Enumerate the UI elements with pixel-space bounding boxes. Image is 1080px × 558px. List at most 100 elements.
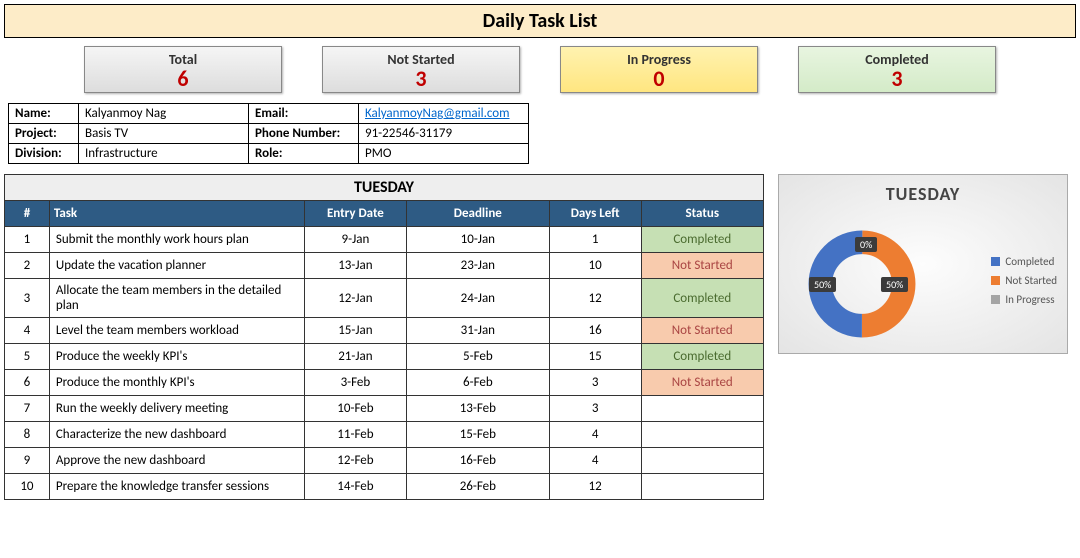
cell-num: 8 <box>5 422 50 448</box>
cell-num: 7 <box>5 396 50 422</box>
project-label: Project: <box>9 124 79 144</box>
page-title: Daily Task List <box>4 4 1076 38</box>
table-row: 1Submit the monthly work hours plan9-Jan… <box>5 227 764 253</box>
cell-status[interactable]: Not Started <box>641 318 763 344</box>
cell-deadline: 10-Jan <box>406 227 549 253</box>
legend-inprogress: In Progress <box>1005 293 1054 306</box>
phone-label: Phone Number: <box>249 124 359 144</box>
cell-status[interactable] <box>641 422 763 448</box>
email-label: Email: <box>249 104 359 124</box>
cell-days: 10 <box>549 253 641 279</box>
col-entry: Entry Date <box>304 201 406 227</box>
cell-deadline: 5-Feb <box>406 344 549 370</box>
cell-entry: 11-Feb <box>304 422 406 448</box>
slice-label-completed: 50% <box>881 277 908 292</box>
summary-cards: Total6 Not Started3 In Progress0 Completed3 <box>4 38 1076 103</box>
cell-task: Update the vacation planner <box>49 253 304 279</box>
summary-card-not-started: Not Started3 <box>322 46 520 93</box>
summary-card-total: Total6 <box>84 46 282 93</box>
task-table: # Task Entry Date Deadline Days Left Sta… <box>4 200 764 500</box>
cell-status[interactable]: Completed <box>641 279 763 318</box>
chart-legend: Completed Not Started In Progress <box>991 255 1057 312</box>
col-task: Task <box>49 201 304 227</box>
cell-deadline: 26-Feb <box>406 474 549 500</box>
summary-card-completed: Completed3 <box>798 46 996 93</box>
cell-num: 6 <box>5 370 50 396</box>
cell-status[interactable] <box>641 474 763 500</box>
cell-deadline: 13-Feb <box>406 396 549 422</box>
cell-task: Produce the monthly KPI's <box>49 370 304 396</box>
cell-num: 5 <box>5 344 50 370</box>
cell-deadline: 31-Jan <box>406 318 549 344</box>
chart-title: TUESDAY <box>787 183 1059 205</box>
name-label: Name: <box>9 104 79 124</box>
cell-status[interactable]: Completed <box>641 227 763 253</box>
summary-value: 0 <box>561 68 757 90</box>
cell-status[interactable]: Completed <box>641 344 763 370</box>
swatch-completed-icon <box>991 257 1000 266</box>
cell-deadline: 6-Feb <box>406 370 549 396</box>
col-status: Status <box>641 201 763 227</box>
cell-num: 3 <box>5 279 50 318</box>
cell-days: 3 <box>549 396 641 422</box>
swatch-notstarted-icon <box>991 276 1000 285</box>
col-days: Days Left <box>549 201 641 227</box>
cell-task: Level the team members workload <box>49 318 304 344</box>
summary-card-in-progress: In Progress0 <box>560 46 758 93</box>
table-row: 9Approve the new dashboard12-Feb16-Feb4 <box>5 448 764 474</box>
division-value: Infrastructure <box>79 144 249 164</box>
summary-value: 6 <box>85 68 281 90</box>
col-num: # <box>5 201 50 227</box>
cell-days: 3 <box>549 370 641 396</box>
cell-entry: 3-Feb <box>304 370 406 396</box>
cell-deadline: 24-Jan <box>406 279 549 318</box>
project-value: Basis TV <box>79 124 249 144</box>
table-row: 2Update the vacation planner13-Jan23-Jan… <box>5 253 764 279</box>
legend-notstarted: Not Started <box>1005 274 1057 287</box>
cell-task: Produce the weekly KPI's <box>49 344 304 370</box>
chart-panel: TUESDAY 50% 50% 0% Completed Not Started… <box>778 174 1068 354</box>
cell-days: 15 <box>549 344 641 370</box>
cell-num: 4 <box>5 318 50 344</box>
cell-status[interactable] <box>641 396 763 422</box>
cell-status[interactable]: Not Started <box>641 370 763 396</box>
name-value: Kalyanmoy Nag <box>79 104 249 124</box>
cell-entry: 10-Feb <box>304 396 406 422</box>
cell-num: 2 <box>5 253 50 279</box>
cell-task: Allocate the team members in the detaile… <box>49 279 304 318</box>
cell-status[interactable] <box>641 448 763 474</box>
cell-task: Characterize the new dashboard <box>49 422 304 448</box>
cell-entry: 14-Feb <box>304 474 406 500</box>
cell-days: 12 <box>549 279 641 318</box>
cell-days: 16 <box>549 318 641 344</box>
table-row: 4Level the team members workload15-Jan31… <box>5 318 764 344</box>
cell-task: Prepare the knowledge transfer sessions <box>49 474 304 500</box>
cell-deadline: 15-Feb <box>406 422 549 448</box>
cell-num: 10 <box>5 474 50 500</box>
cell-num: 9 <box>5 448 50 474</box>
day-banner: TUESDAY <box>4 174 764 200</box>
role-label: Role: <box>249 144 359 164</box>
cell-task: Run the weekly delivery meeting <box>49 396 304 422</box>
cell-status[interactable]: Not Started <box>641 253 763 279</box>
cell-task: Submit the monthly work hours plan <box>49 227 304 253</box>
phone-value: 91-22546-31179 <box>359 124 529 144</box>
table-row: 5Produce the weekly KPI's21-Jan5-Feb15Co… <box>5 344 764 370</box>
email-value[interactable]: KalyanmoyNag@gmail.com <box>359 104 529 124</box>
division-label: Division: <box>9 144 79 164</box>
table-row: 6Produce the monthly KPI's3-Feb6-Feb3Not… <box>5 370 764 396</box>
col-deadline: Deadline <box>406 201 549 227</box>
swatch-inprogress-icon <box>991 295 1000 304</box>
email-link[interactable]: KalyanmoyNag@gmail.com <box>365 106 510 121</box>
cell-entry: 9-Jan <box>304 227 406 253</box>
cell-entry: 12-Feb <box>304 448 406 474</box>
cell-entry: 21-Jan <box>304 344 406 370</box>
cell-deadline: 23-Jan <box>406 253 549 279</box>
role-value: PMO <box>359 144 529 164</box>
cell-entry: 15-Jan <box>304 318 406 344</box>
table-row: 10Prepare the knowledge transfer session… <box>5 474 764 500</box>
cell-task: Approve the new dashboard <box>49 448 304 474</box>
cell-entry: 13-Jan <box>304 253 406 279</box>
slice-label-notstarted: 50% <box>809 277 836 292</box>
cell-days: 4 <box>549 422 641 448</box>
